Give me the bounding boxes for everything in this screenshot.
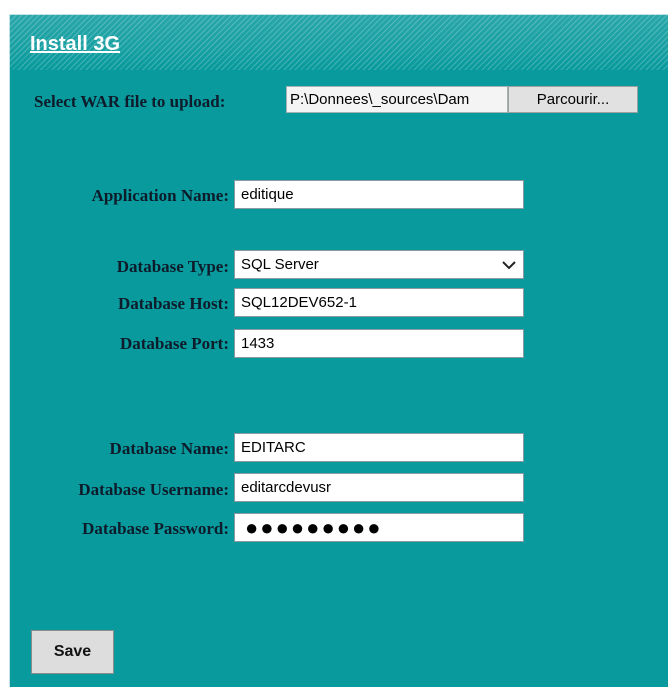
password-mask: ●●●●●●●●● xyxy=(245,515,383,540)
db-type-selected: SQL Server xyxy=(241,256,319,273)
chevron-down-icon xyxy=(502,261,516,270)
db-password-label: Database Password: xyxy=(82,519,229,538)
db-port-label: Database Port: xyxy=(119,334,229,353)
db-username-input[interactable]: editarcdevusr xyxy=(234,473,524,502)
db-port-input[interactable]: 1433 xyxy=(234,329,524,358)
app-name-input[interactable]: editique xyxy=(234,180,524,209)
page-title: Install 3G xyxy=(30,33,121,55)
war-file-label: Select WAR file to upload: xyxy=(34,92,226,111)
save-button[interactable]: Save xyxy=(31,630,114,674)
db-type-label: Database Type: xyxy=(116,257,229,276)
db-host-input[interactable]: SQL12DEV652-1 xyxy=(234,288,524,317)
db-host-label: Database Host: xyxy=(118,294,229,313)
browse-button[interactable]: Parcourir... xyxy=(508,86,638,113)
war-file-input[interactable]: P:\Donnees\_sources\Dam xyxy=(286,86,508,113)
db-password-input[interactable]: ●●●●●●●●● xyxy=(234,513,524,542)
app-name-label: Application Name: xyxy=(91,186,229,205)
db-username-label: Database Username: xyxy=(78,480,229,499)
db-name-input[interactable]: EDITARC xyxy=(234,433,524,462)
db-name-label: Database Name: xyxy=(109,439,229,458)
db-type-select[interactable]: SQL Server xyxy=(234,250,524,279)
